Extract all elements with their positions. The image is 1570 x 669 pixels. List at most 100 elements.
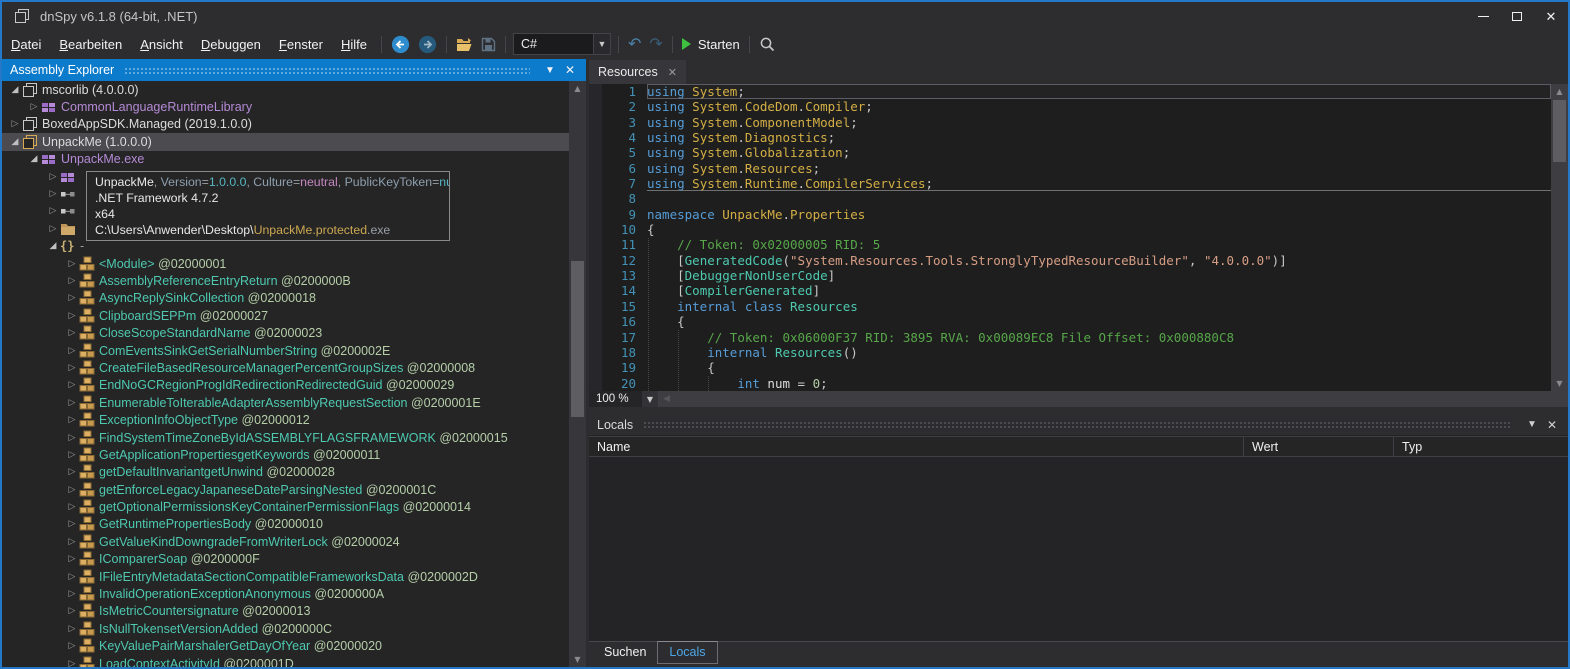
locals-column-name[interactable]: Name	[589, 437, 1244, 456]
bottom-tab-suchen[interactable]: Suchen	[593, 642, 657, 663]
code-line[interactable]: {	[647, 360, 1551, 375]
expander-expanded-icon[interactable]: ◢	[46, 241, 60, 251]
code-line[interactable]: // Token: 0x06000F37 RID: 3895 RVA: 0x00…	[647, 330, 1551, 345]
expander-collapsed-icon[interactable]: ▷	[65, 363, 79, 373]
scrollbar-thumb[interactable]	[1553, 100, 1566, 162]
undo-button[interactable]: ↶	[624, 34, 645, 54]
scroll-up-icon[interactable]: ▲	[569, 81, 586, 96]
code-editor[interactable]: 1234567891011121314151617181920 using Sy…	[589, 84, 1568, 391]
tree-item[interactable]: ▷EnumerableToIterableAdapterAssemblyRequ…	[2, 394, 569, 411]
tree-item[interactable]: ▷ExceptionInfoObjectType @02000012	[2, 411, 569, 428]
tree-item[interactable]: ◢UnpackMe.exe	[2, 151, 569, 168]
scroll-down-icon[interactable]: ▼	[1551, 376, 1568, 391]
tree-item[interactable]: ▷getDefaultInvariantgetUnwind @02000028	[2, 464, 569, 481]
tab-close-icon[interactable]: ✕	[668, 66, 677, 79]
redo-button[interactable]: ↷	[645, 34, 666, 54]
chevron-down-icon[interactable]: ▼	[642, 391, 658, 407]
code-content[interactable]: using System;using System.CodeDom.Compil…	[647, 84, 1551, 391]
code-line[interactable]: using System.ComponentModel;	[647, 115, 1551, 130]
expander-collapsed-icon[interactable]: ▷	[65, 572, 79, 582]
code-line[interactable]: int num = 0;	[647, 376, 1551, 391]
navigate-forward-button[interactable]	[414, 33, 441, 56]
expander-collapsed-icon[interactable]: ▷	[65, 641, 79, 651]
expander-collapsed-icon[interactable]: ▷	[65, 485, 79, 495]
panel-menu-button[interactable]: ▼	[540, 65, 560, 76]
maximize-button[interactable]	[1500, 2, 1534, 30]
expander-collapsed-icon[interactable]: ▷	[65, 606, 79, 616]
tree-item[interactable]: ▷getOptionalPermissionsKeyContainerPermi…	[2, 498, 569, 515]
code-line[interactable]: using System.Diagnostics;	[647, 130, 1551, 145]
expander-collapsed-icon[interactable]: ▷	[46, 224, 60, 234]
expander-collapsed-icon[interactable]: ▷	[46, 206, 60, 216]
code-line[interactable]: // Token: 0x02000005 RID: 5	[647, 237, 1551, 252]
code-line[interactable]: using System.Resources;	[647, 161, 1551, 176]
editor-scrollbar[interactable]: ▲ ▼	[1551, 84, 1568, 391]
code-line[interactable]: {	[647, 314, 1551, 329]
code-line[interactable]: using System.Globalization;	[647, 145, 1551, 160]
search-button[interactable]	[755, 34, 780, 55]
locals-column-wert[interactable]: Wert	[1244, 437, 1394, 456]
tree-item[interactable]: ▷GetApplicationPropertiesgetKeywords @02…	[2, 446, 569, 463]
tree-item[interactable]: ▷AssemblyReferenceEntryReturn @0200000B	[2, 272, 569, 289]
tree-item[interactable]: ▷IFileEntryMetadataSectionCompatibleFram…	[2, 568, 569, 585]
tree-item[interactable]: ▷InvalidOperationExceptionAnonymous @020…	[2, 585, 569, 602]
expander-collapsed-icon[interactable]: ▷	[65, 259, 79, 269]
tree-item[interactable]: ▷EndNoGCRegionProgIdRedirectionRedirecte…	[2, 377, 569, 394]
expander-collapsed-icon[interactable]: ▷	[65, 276, 79, 286]
expander-collapsed-icon[interactable]: ▷	[65, 589, 79, 599]
code-line[interactable]: using System.Runtime.CompilerServices;	[647, 176, 1551, 191]
expander-collapsed-icon[interactable]: ▷	[65, 502, 79, 512]
expander-collapsed-icon[interactable]: ▷	[27, 102, 41, 112]
code-line[interactable]	[647, 191, 1551, 206]
scroll-up-icon[interactable]: ▲	[1551, 84, 1568, 99]
code-line[interactable]: [CompilerGenerated]	[647, 283, 1551, 298]
expander-collapsed-icon[interactable]: ▷	[65, 450, 79, 460]
expander-collapsed-icon[interactable]: ▷	[65, 467, 79, 477]
expander-collapsed-icon[interactable]: ▷	[65, 415, 79, 425]
code-line[interactable]: using System;	[647, 84, 1551, 99]
menu-datei[interactable]: Datei	[2, 30, 50, 58]
tree-item[interactable]: ▷ClipboardSEPPm @02000027	[2, 307, 569, 324]
expander-collapsed-icon[interactable]: ▷	[65, 311, 79, 321]
expander-collapsed-icon[interactable]: ▷	[46, 172, 60, 182]
tree-item[interactable]: ▷IsMetricCountersignature @02000013	[2, 603, 569, 620]
menu-ansicht[interactable]: Ansicht	[131, 30, 192, 58]
tree-item[interactable]: ◢UnpackMe (1.0.0.0)	[2, 133, 569, 150]
tree-item[interactable]: ▷ComEventsSinkGetSerialNumberString @020…	[2, 342, 569, 359]
expander-collapsed-icon[interactable]: ▷	[46, 189, 60, 199]
expander-collapsed-icon[interactable]: ▷	[65, 537, 79, 547]
tree-item[interactable]: ▷GetValueKindDowngradeFromWriterLock @02…	[2, 533, 569, 550]
expander-collapsed-icon[interactable]: ▷	[65, 659, 79, 667]
panel-menu-button[interactable]: ▼	[1522, 419, 1542, 430]
panel-close-button[interactable]: ✕	[560, 63, 580, 77]
tree-item[interactable]: ▷IComparerSoap @0200000F	[2, 551, 569, 568]
code-line[interactable]: using System.CodeDom.Compiler;	[647, 99, 1551, 114]
expander-collapsed-icon[interactable]: ▷	[65, 346, 79, 356]
tree-item[interactable]: ▷getEnforceLegacyJapaneseDateParsingNest…	[2, 481, 569, 498]
code-line[interactable]: [GeneratedCode("System.Resources.Tools.S…	[647, 253, 1551, 268]
code-line[interactable]: internal Resources()	[647, 345, 1551, 360]
menu-bearbeiten[interactable]: Bearbeiten	[50, 30, 131, 58]
expander-expanded-icon[interactable]: ◢	[8, 137, 22, 147]
panel-close-button[interactable]: ✕	[1542, 418, 1562, 432]
tree-item[interactable]: ▷FindSystemTimeZoneByIdASSEMBLYFLAGSFRAM…	[2, 429, 569, 446]
minimize-button[interactable]	[1466, 2, 1500, 30]
navigate-back-button[interactable]	[387, 33, 414, 56]
menu-fenster[interactable]: Fenster	[270, 30, 332, 58]
save-all-button[interactable]	[477, 35, 500, 54]
tree-item[interactable]: ▷KeyValuePairMarshalerGetDayOfYear @0200…	[2, 638, 569, 655]
open-file-button[interactable]	[452, 35, 477, 54]
scroll-left-icon[interactable]: ◀	[659, 394, 670, 404]
tree-item[interactable]: ▷LoadContextActivityId @0200001D	[2, 655, 569, 667]
tree-item[interactable]: ▷CommonLanguageRuntimeLibrary	[2, 98, 569, 115]
expander-collapsed-icon[interactable]: ▷	[65, 328, 79, 338]
expander-collapsed-icon[interactable]: ▷	[65, 554, 79, 564]
tree-item[interactable]: ◢mscorlib (4.0.0.0)	[2, 81, 569, 98]
tree-item[interactable]: ▷CreateFileBasedResourceManagerPercentGr…	[2, 359, 569, 376]
locals-column-typ[interactable]: Typ	[1394, 437, 1568, 456]
expander-collapsed-icon[interactable]: ▷	[65, 624, 79, 634]
horizontal-scrollbar[interactable]: ◀	[659, 391, 1568, 407]
close-button[interactable]: ✕	[1534, 2, 1568, 30]
expander-collapsed-icon[interactable]: ▷	[65, 398, 79, 408]
expander-collapsed-icon[interactable]: ▷	[65, 433, 79, 443]
